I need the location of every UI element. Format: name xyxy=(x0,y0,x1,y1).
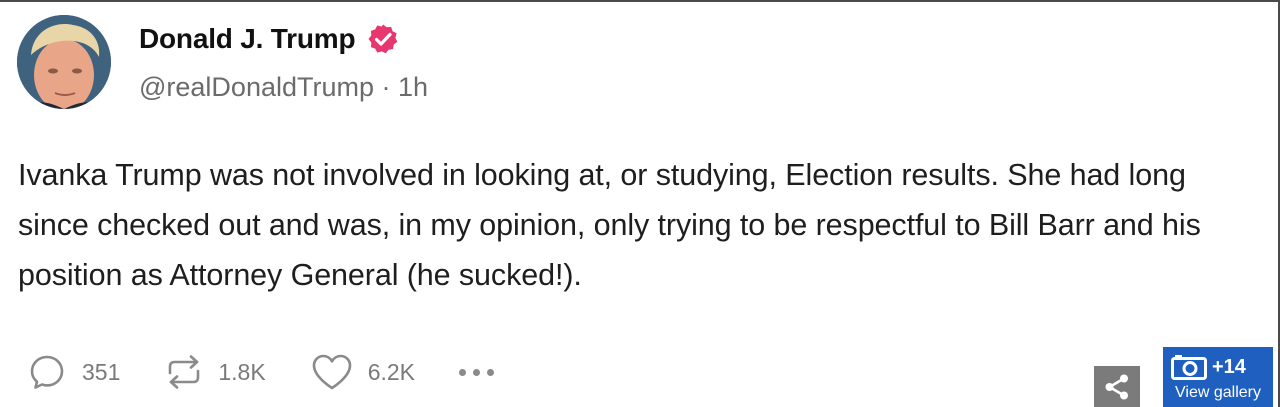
heart-icon xyxy=(312,354,352,390)
reply-count: 351 xyxy=(82,358,121,385)
author-avatar[interactable] xyxy=(17,15,111,109)
avatar-portrait xyxy=(17,15,111,109)
share-button[interactable] xyxy=(1094,366,1140,407)
post-text: Ivanka Trump was not involved in looking… xyxy=(18,158,1201,292)
meta-separator: · xyxy=(381,72,391,102)
view-gallery-button[interactable]: +14 View gallery xyxy=(1163,347,1273,407)
camera-icon xyxy=(1171,355,1207,380)
author-handle[interactable]: @realDonaldTrump xyxy=(139,72,374,102)
repost-arrows-icon xyxy=(169,355,200,389)
gallery-header: +14 xyxy=(1171,354,1246,380)
like-count: 6.2K xyxy=(367,358,416,385)
comment-bubble-icon xyxy=(30,355,64,389)
more-dots-icon xyxy=(459,368,495,376)
verified-badge-icon xyxy=(368,24,398,54)
more-options-button[interactable] xyxy=(459,368,495,376)
post-actions: 351 1.8K 6.2K xyxy=(28,350,495,394)
gallery-label: View gallery xyxy=(1175,384,1261,401)
like-button[interactable]: 6.2K xyxy=(310,352,415,392)
top-border xyxy=(0,0,1280,2)
repost-button[interactable]: 1.8K xyxy=(164,353,266,391)
author-display-name[interactable]: Donald J. Trump xyxy=(139,23,356,55)
author-meta: @realDonaldTrump · 1h xyxy=(139,72,428,103)
post-time[interactable]: 1h xyxy=(398,72,428,102)
share-icon xyxy=(1105,374,1128,399)
gallery-count: +14 xyxy=(1212,355,1246,378)
author-name-row: Donald J. Trump xyxy=(139,20,399,58)
repost-count: 1.8K xyxy=(218,358,266,385)
reply-button[interactable]: 351 xyxy=(28,353,120,391)
